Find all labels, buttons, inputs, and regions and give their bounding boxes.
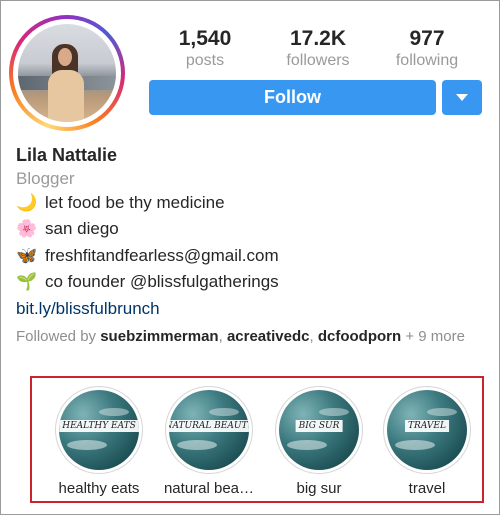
profile-category: Blogger	[16, 169, 75, 188]
highlight-label: natural bea…	[163, 480, 255, 497]
highlight-cover-text: travel	[405, 420, 449, 432]
crescent-moon-icon: 🌙	[16, 193, 38, 212]
follower-link[interactable]: suebzimmerman	[100, 328, 218, 345]
followers-stat[interactable]: 17.2K followers	[263, 26, 373, 70]
posts-stat[interactable]: 1,540 posts	[150, 26, 260, 70]
highlight-label: big sur	[296, 480, 342, 497]
highlight-cover: natural beauty	[169, 390, 249, 470]
bio-text: co founder @blissfulgatherings	[45, 272, 279, 291]
highlight-cover-text: natural beauty	[169, 420, 249, 432]
suggestions-dropdown-button[interactable]	[442, 80, 482, 115]
bio-text: san diego	[45, 219, 119, 238]
posts-label: posts	[185, 52, 225, 69]
followed-by-more[interactable]: + 9 more	[405, 328, 465, 345]
bio-line: 🌙 let food be thy medicine	[16, 193, 225, 213]
following-label: following	[395, 52, 459, 69]
bio-text: let food be thy medicine	[45, 193, 225, 212]
posts-count: 1,540	[178, 27, 232, 50]
chevron-down-icon	[456, 94, 468, 101]
followers-count: 17.2K	[289, 27, 347, 50]
cherry-blossom-icon: 🌸	[16, 219, 38, 238]
story-highlight[interactable]: natural beauty natural bea…	[154, 386, 264, 497]
highlight-cover-text: healthy eats	[59, 420, 139, 432]
avatar-photo	[18, 24, 116, 122]
following-count: 977	[409, 27, 445, 50]
seedling-icon: 🌱	[16, 272, 38, 291]
story-highlight[interactable]: travel travel	[372, 386, 482, 497]
followers-label: followers	[286, 52, 350, 69]
profile-name: Lila Nattalie	[16, 145, 118, 165]
highlight-cover: travel	[387, 390, 467, 470]
bio-email: freshfitandfearless@gmail.com	[45, 246, 279, 265]
story-highlight[interactable]: healthy eats healthy eats	[44, 386, 154, 497]
profile-avatar[interactable]	[9, 15, 125, 131]
followed-by-text: Followed by suebzimmerman, acreativedc, …	[16, 328, 465, 345]
highlight-cover: big sur	[279, 390, 359, 470]
story-highlight[interactable]: big sur big sur	[264, 386, 374, 497]
bio-line: 🌸 san diego	[16, 219, 119, 239]
butterfly-icon: 🦋	[16, 246, 38, 265]
profile-website-link[interactable]: bit.ly/blissfulbrunch	[16, 299, 160, 319]
follower-link[interactable]: acreativedc	[227, 328, 310, 345]
bio-line: 🌱 co founder @blissfulgatherings	[16, 272, 279, 292]
followed-by-prefix: Followed by	[16, 328, 97, 345]
highlight-cover-text: big sur	[295, 420, 343, 432]
highlight-cover: healthy eats	[59, 390, 139, 470]
highlight-label: healthy eats	[58, 480, 140, 497]
bio-line: 🦋 freshfitandfearless@gmail.com	[16, 246, 279, 266]
following-stat[interactable]: 977 following	[372, 26, 482, 70]
follower-link[interactable]: dcfoodporn	[318, 328, 401, 345]
follow-button[interactable]: Follow	[149, 80, 436, 115]
highlight-label: travel	[408, 480, 446, 497]
